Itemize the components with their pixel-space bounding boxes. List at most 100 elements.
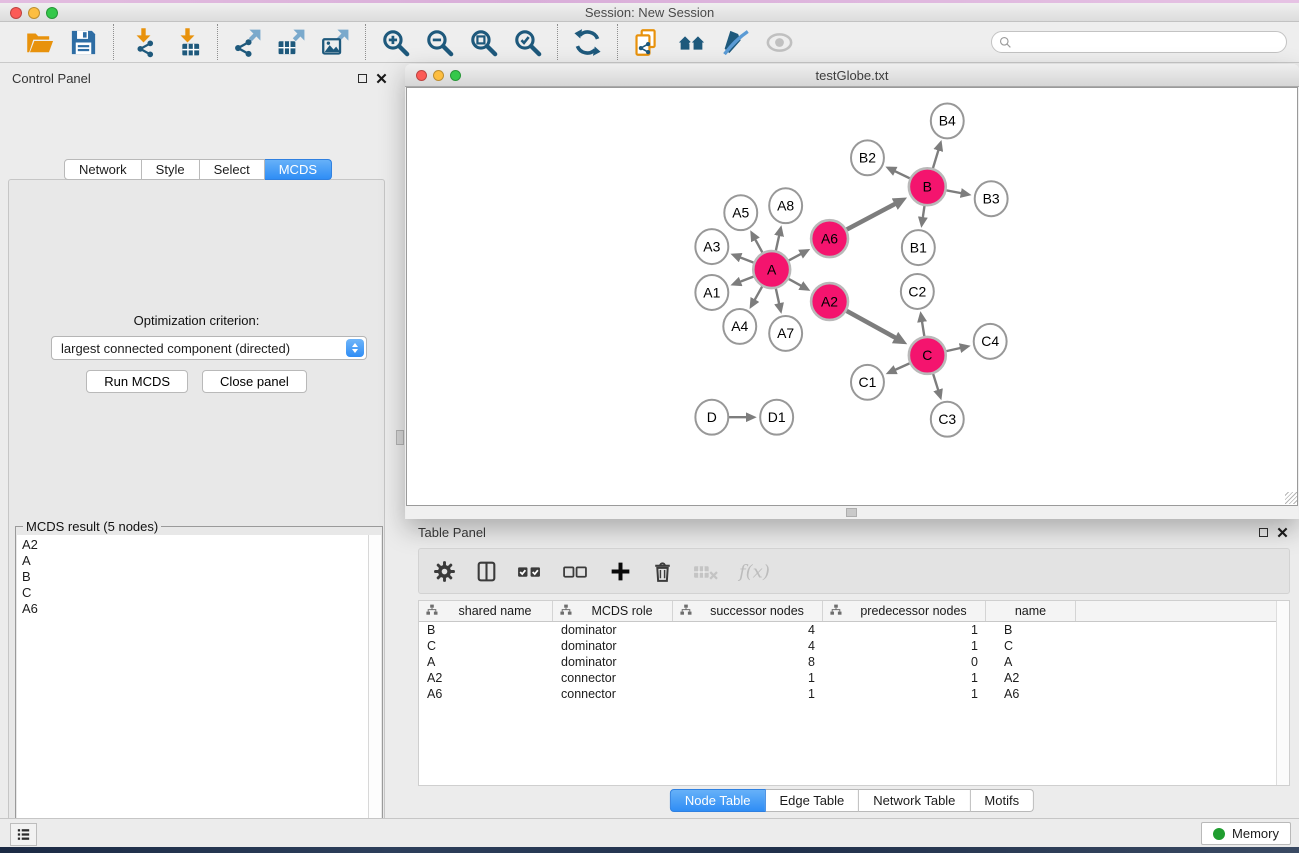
run-mcds-button[interactable]: Run MCDS [86, 370, 188, 393]
node-C2[interactable]: C2 [901, 274, 934, 309]
node-A3[interactable]: A3 [695, 229, 728, 264]
result-item[interactable]: A [22, 553, 368, 569]
tab-motifs[interactable]: Motifs [970, 789, 1034, 812]
network-window-titlebar[interactable]: testGlobe.txt [405, 64, 1299, 87]
table-cell: 1 [823, 638, 986, 654]
column-label: MCDS role [576, 604, 668, 618]
table-vscrollbar[interactable] [1276, 601, 1289, 785]
apply-layout-icon[interactable] [570, 25, 605, 60]
zoom-out-icon[interactable] [422, 25, 457, 60]
node-B4[interactable]: B4 [931, 103, 964, 138]
column-header-successor-nodes[interactable]: successor nodes [673, 601, 823, 621]
node-B3[interactable]: B3 [975, 181, 1008, 216]
deselect-all-icon[interactable] [562, 559, 591, 584]
mcds-result-title: MCDS result (5 nodes) [23, 519, 161, 534]
node-A8[interactable]: A8 [769, 188, 802, 223]
close-table-panel-icon[interactable] [1277, 527, 1288, 538]
zoom-in-icon[interactable] [378, 25, 413, 60]
table-row[interactable]: Cdominator41C [419, 638, 1289, 654]
network-hscrollbar[interactable] [406, 506, 1298, 519]
open-session-icon[interactable] [22, 25, 57, 60]
table-row[interactable]: Bdominator41B [419, 622, 1289, 638]
node-A2[interactable]: A2 [811, 283, 848, 320]
resize-grip-icon[interactable] [1285, 492, 1297, 504]
tab-style[interactable]: Style [142, 159, 200, 180]
network-graph[interactable]: B4 B2 B B3 A8 A5 A6 A3 B1 A A1 C2 A2 A4 A7 C4 C C1 C3 D D1 [407, 88, 1297, 505]
tab-edge-table[interactable]: Edge Table [765, 789, 859, 812]
select-all-icon[interactable] [516, 559, 545, 584]
memory-button[interactable]: Memory [1201, 822, 1291, 845]
table-toolbar: f(x) [418, 548, 1290, 594]
node-D1[interactable]: D1 [760, 400, 793, 435]
float-table-panel-icon[interactable] [1259, 528, 1268, 537]
node-A[interactable]: A [753, 251, 790, 288]
table-mode-icon[interactable] [474, 559, 499, 584]
node-C4[interactable]: C4 [974, 324, 1007, 359]
hide-graphics-details-icon[interactable] [718, 25, 753, 60]
tab-node-table[interactable]: Node Table [670, 789, 766, 812]
add-column-icon[interactable] [608, 559, 633, 584]
node-A7[interactable]: A7 [769, 316, 802, 351]
node-C3[interactable]: C3 [931, 402, 964, 437]
table-row[interactable]: A6connector11A6 [419, 686, 1289, 702]
tab-network[interactable]: Network [64, 159, 142, 180]
tab-network-table[interactable]: Network Table [859, 789, 970, 812]
column-header-predecessor-nodes[interactable]: predecessor nodes [823, 601, 986, 621]
table-cell: connector [553, 670, 673, 686]
result-item[interactable]: A2 [22, 537, 368, 553]
zoom-selected-icon[interactable] [510, 25, 545, 60]
column-header-shared-name[interactable]: shared name [419, 601, 553, 621]
column-header-name[interactable]: name [986, 601, 1076, 621]
network-hscroll-thumb[interactable] [846, 508, 857, 517]
cytoscape-home-icon[interactable] [674, 25, 709, 60]
node-A1[interactable]: A1 [695, 275, 728, 310]
tab-mcds[interactable]: MCDS [265, 159, 332, 180]
close-panel-button[interactable]: Close panel [202, 370, 307, 393]
table-cell: A [419, 654, 553, 670]
export-image-icon[interactable] [318, 25, 353, 60]
table-cell: B [419, 622, 553, 638]
import-network-icon[interactable] [126, 25, 161, 60]
delete-column-icon[interactable] [650, 559, 675, 584]
save-session-icon[interactable] [66, 25, 101, 60]
search-box[interactable] [991, 31, 1287, 53]
table-cell: B [986, 622, 1076, 638]
node-B1[interactable]: B1 [902, 230, 935, 265]
splitter-handle[interactable] [396, 430, 404, 445]
mcds-result-list[interactable]: A2ABCA6 [17, 535, 368, 853]
task-history-button[interactable] [10, 823, 37, 846]
column-settings-icon[interactable] [432, 559, 457, 584]
node-B[interactable]: B [909, 168, 946, 205]
zoom-fit-icon[interactable] [466, 25, 501, 60]
node-D[interactable]: D [695, 400, 728, 435]
node-A6[interactable]: A6 [811, 220, 848, 257]
node-A5[interactable]: A5 [724, 195, 757, 230]
search-input[interactable] [1012, 34, 1279, 50]
column-label: successor nodes [696, 604, 818, 618]
table-cell: A2 [986, 670, 1076, 686]
export-table-icon[interactable] [274, 25, 309, 60]
node-label: D [707, 409, 717, 425]
node-C[interactable]: C [909, 337, 946, 374]
node-table[interactable]: shared name MCDS role successor nodes prede… [418, 600, 1290, 786]
network-canvas[interactable]: B4 B2 B B3 A8 A5 A6 A3 B1 A A1 C2 A2 A4 A7 C4 C C1 C3 D D1 [406, 87, 1298, 506]
new-network-from-selection-icon[interactable] [630, 25, 665, 60]
node-label: A8 [777, 198, 794, 214]
node-C1[interactable]: C1 [851, 365, 884, 400]
column-header-MCDS-role[interactable]: MCDS role [553, 601, 673, 621]
result-item[interactable]: A6 [22, 601, 368, 617]
table-cell: A [986, 654, 1076, 670]
result-scrollbar[interactable] [368, 535, 381, 853]
table-tabs: Node TableEdge TableNetwork TableMotifs [670, 789, 1034, 812]
result-item[interactable]: C [22, 585, 368, 601]
table-row[interactable]: Adominator80A [419, 654, 1289, 670]
import-table-icon[interactable] [170, 25, 205, 60]
result-item[interactable]: B [22, 569, 368, 585]
tab-select[interactable]: Select [200, 159, 265, 180]
memory-label: Memory [1232, 826, 1279, 841]
table-row[interactable]: A2connector11A2 [419, 670, 1289, 686]
export-network-icon[interactable] [230, 25, 265, 60]
node-A4[interactable]: A4 [723, 309, 756, 344]
criterion-dropdown[interactable]: largest connected component (directed) [51, 336, 367, 360]
node-B2[interactable]: B2 [851, 140, 884, 175]
